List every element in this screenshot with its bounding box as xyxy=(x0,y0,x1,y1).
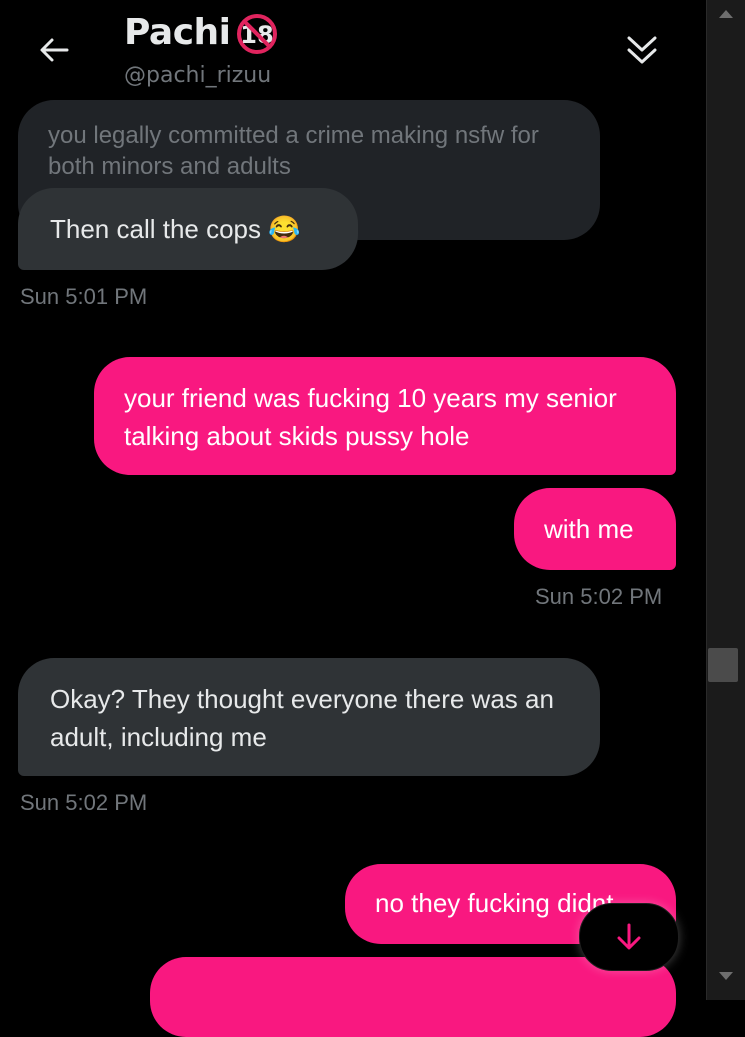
double-chevron-down-icon xyxy=(627,36,657,64)
message-text: your friend was fucking 10 years my seni… xyxy=(124,383,617,451)
message-text: no they fucking didnt xyxy=(375,888,614,918)
message-timestamp: Sun 5:01 PM xyxy=(20,284,148,309)
message-bubble-incoming[interactable]: Okay? They thought everyone there was an… xyxy=(18,658,600,776)
scroll-to-bottom-button[interactable] xyxy=(579,903,679,971)
contact-name[interactable]: Pachi xyxy=(124,12,231,53)
no-under-18-icon: 18 xyxy=(237,14,277,54)
arrow-down-icon xyxy=(617,923,641,950)
message-bubble-outgoing[interactable]: with me xyxy=(514,488,676,570)
scroll-up-arrow-icon[interactable] xyxy=(719,10,733,18)
message-bubble-outgoing[interactable]: your friend was fucking 10 years my seni… xyxy=(94,357,676,475)
conversation-thread: you legally committed a crime making nsf… xyxy=(0,0,706,1037)
message-bubble-outgoing[interactable] xyxy=(150,957,676,1037)
arrow-left-icon xyxy=(40,38,69,62)
message-text: with me xyxy=(544,514,634,544)
message-bubble-incoming[interactable]: Then call the cops 😂 xyxy=(18,188,358,270)
message-timestamp: Sun 5:02 PM xyxy=(535,584,663,609)
quoted-reply-text: you legally committed a crime making nsf… xyxy=(48,122,539,180)
conversation-header: Pachi 18 @pachi_rizuu xyxy=(0,0,706,100)
message-text: Then call the cops 😂 xyxy=(50,214,301,244)
scroll-down-arrow-icon[interactable] xyxy=(719,972,733,980)
message-text: Okay? They thought everyone there was an… xyxy=(50,684,554,752)
collapse-button[interactable] xyxy=(620,28,664,72)
contact-handle[interactable]: @pachi_rizuu xyxy=(124,63,271,88)
scrollbar-thumb[interactable] xyxy=(708,648,738,682)
back-button[interactable] xyxy=(32,28,76,72)
vertical-scrollbar[interactable] xyxy=(706,0,745,1000)
message-timestamp: Sun 5:02 PM xyxy=(20,790,148,815)
